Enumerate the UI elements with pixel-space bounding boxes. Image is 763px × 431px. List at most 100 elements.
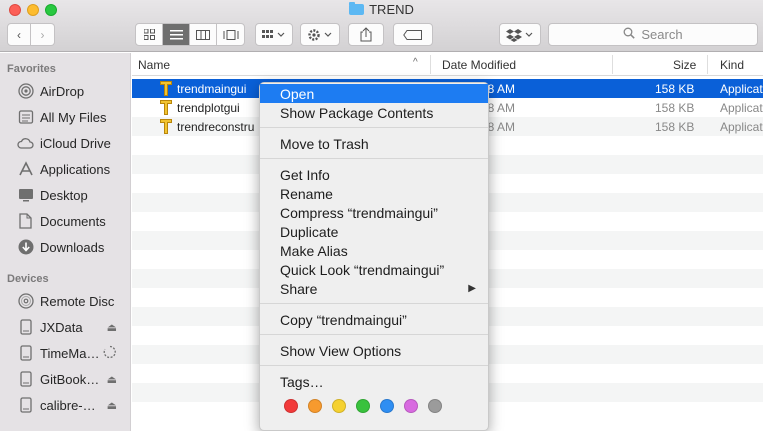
sidebar-item-gitbook[interactable]: GitBook… ⏏: [0, 368, 131, 390]
file-size: 158 KB: [655, 120, 695, 134]
column-header-name[interactable]: Name: [138, 58, 170, 72]
view-mode-group: [135, 23, 245, 46]
column-divider[interactable]: [612, 55, 613, 74]
list-icon: [169, 29, 183, 39]
sidebar-heading-favorites: Favorites: [7, 63, 56, 75]
sidebar-item-label: iCloud Drive: [40, 135, 111, 151]
sidebar-item-desktop[interactable]: Desktop: [0, 184, 131, 206]
all-files-icon: [17, 109, 34, 126]
column-divider[interactable]: [707, 55, 708, 74]
grid-icon: [143, 29, 155, 40]
sidebar-item-documents[interactable]: Documents: [0, 210, 131, 232]
menu-item-make-alias[interactable]: Make Alias: [260, 241, 488, 260]
menu-item-copy[interactable]: Copy “trendmaingui”: [260, 310, 488, 329]
menu-separator: [260, 303, 488, 304]
download-icon: [17, 239, 34, 256]
menu-separator: [260, 365, 488, 366]
tag-green[interactable]: [356, 399, 370, 413]
tag-blue[interactable]: [380, 399, 394, 413]
columns-icon: [196, 29, 210, 40]
window-toolbar: TREND ‹ › Search: [0, 0, 763, 52]
file-kind: Applicati: [720, 82, 763, 96]
eject-icon[interactable]: ⏏: [107, 399, 117, 412]
menu-item-move-to-trash[interactable]: Move to Trash: [260, 134, 488, 153]
sidebar-item-remote-disc[interactable]: Remote Disc: [0, 290, 131, 312]
sidebar-item-downloads[interactable]: Downloads: [0, 236, 131, 258]
sidebar-item-airdrop[interactable]: AirDrop: [0, 80, 131, 102]
menu-item-share-label: Share: [280, 280, 318, 297]
menu-item-show-package-contents[interactable]: Show Package Contents: [260, 103, 488, 122]
drive-icon: [17, 397, 34, 414]
drive-icon: [17, 319, 34, 336]
search-placeholder: Search: [641, 27, 683, 42]
cover-flow-view-button[interactable]: [217, 24, 244, 45]
sidebar-item-calibre[interactable]: calibre-… ⏏: [0, 394, 131, 416]
window-title: TREND: [0, 2, 763, 17]
tag-orange[interactable]: [308, 399, 322, 413]
window-title-text: TREND: [369, 2, 414, 17]
tag-yellow[interactable]: [332, 399, 346, 413]
tag-red[interactable]: [284, 399, 298, 413]
back-button[interactable]: ‹: [7, 23, 31, 46]
menu-item-share[interactable]: Share ▶: [260, 279, 488, 298]
search-icon: [623, 27, 636, 42]
menu-separator: [260, 158, 488, 159]
list-view-button[interactable]: [163, 24, 190, 45]
search-field[interactable]: Search: [548, 23, 758, 46]
icon-view-button[interactable]: [136, 24, 163, 45]
tag-color-picker: [284, 399, 452, 413]
tag-gray[interactable]: [428, 399, 442, 413]
action-menu-button[interactable]: [300, 23, 340, 46]
eject-icon[interactable]: ⏏: [107, 373, 117, 386]
sidebar-item-applications[interactable]: Applications: [0, 158, 131, 180]
list-header: Name ^ Date Modified Size Kind: [132, 53, 763, 76]
context-menu: Open Show Package Contents Move to Trash…: [259, 82, 489, 431]
column-divider[interactable]: [430, 55, 431, 74]
menu-item-show-view-options[interactable]: Show View Options: [260, 341, 488, 360]
sidebar-item-label: calibre-…: [40, 397, 96, 413]
column-header-kind[interactable]: Kind: [720, 58, 744, 72]
column-view-button[interactable]: [190, 24, 217, 45]
menu-item-tags[interactable]: Tags…: [260, 372, 488, 391]
submenu-arrow-icon: ▶: [468, 283, 476, 294]
sidebar-item-label: Documents: [40, 213, 106, 229]
file-name: trendmaingui: [177, 82, 247, 96]
folder-icon: [349, 2, 365, 15]
sidebar-item-icloud-drive[interactable]: iCloud Drive: [0, 132, 131, 154]
menu-item-get-info[interactable]: Get Info: [260, 165, 488, 184]
chevron-left-icon: ‹: [17, 27, 21, 42]
forward-button[interactable]: ›: [31, 23, 55, 46]
drive-icon: [17, 345, 34, 362]
arrange-grid-icon: [262, 29, 285, 38]
sidebar-item-jxdata[interactable]: JXData ⏏: [0, 316, 131, 338]
column-header-size[interactable]: Size: [673, 58, 696, 72]
column-header-date-modified[interactable]: Date Modified: [442, 58, 516, 72]
app-icon: [160, 81, 172, 96]
disc-icon: [17, 293, 34, 310]
menu-item-quick-look[interactable]: Quick Look “trendmaingui”: [260, 260, 488, 279]
cover-flow-icon: [223, 29, 238, 40]
sidebar-item-timemachine[interactable]: TimeMa…: [0, 342, 131, 364]
sidebar-item-label: Desktop: [40, 187, 88, 203]
app-icon: [160, 119, 172, 134]
tag-button[interactable]: [393, 23, 433, 46]
share-button[interactable]: [348, 23, 384, 46]
tag-purple[interactable]: [404, 399, 418, 413]
menu-item-compress[interactable]: Compress “trendmaingui”: [260, 203, 488, 222]
menu-item-open[interactable]: Open: [260, 84, 488, 103]
eject-icon[interactable]: ⏏: [107, 321, 117, 334]
sidebar-item-label: All My Files: [40, 109, 107, 125]
menu-item-duplicate[interactable]: Duplicate: [260, 222, 488, 241]
menu-item-rename[interactable]: Rename: [260, 184, 488, 203]
sidebar-item-label: TimeMa…: [40, 345, 100, 361]
sidebar-item-label: Remote Disc: [40, 293, 115, 309]
dropbox-icon: [506, 28, 533, 42]
sidebar-item-label: AirDrop: [40, 83, 85, 99]
arrange-button[interactable]: [255, 23, 293, 46]
sort-ascending-icon: ^: [413, 57, 418, 68]
sidebar-item-all-my-files[interactable]: All My Files: [0, 106, 131, 128]
airdrop-icon: [17, 83, 34, 100]
dropbox-button[interactable]: [499, 23, 541, 46]
file-kind: Applicati: [720, 101, 763, 115]
gear-icon: [308, 28, 332, 41]
